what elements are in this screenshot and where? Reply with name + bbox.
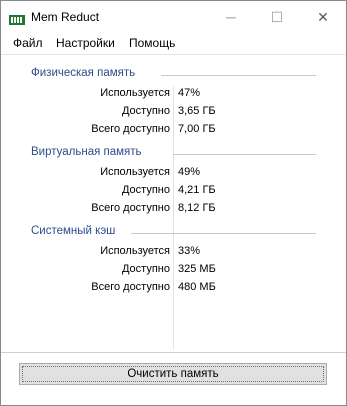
info-row[interactable]: Всего доступно 8,12 ГБ — [1, 202, 346, 220]
row-value: 47% — [178, 87, 201, 99]
footer-divider — [1, 352, 346, 353]
clean-memory-label: Очистить память — [127, 368, 219, 380]
section-divider — [161, 75, 316, 76]
mem-reduct-app-icon — [9, 12, 25, 25]
info-row[interactable]: Доступно 325 МБ — [1, 263, 346, 281]
menu-settings[interactable]: Настройки — [56, 36, 115, 50]
row-value: 325 МБ — [178, 263, 216, 275]
row-label: Используется — [100, 245, 170, 257]
row-value: 8,12 ГБ — [178, 202, 216, 214]
info-row[interactable]: Всего доступно 7,00 ГБ — [1, 123, 346, 141]
clean-memory-button[interactable]: Очистить память — [19, 363, 327, 385]
row-label: Используется — [100, 87, 170, 99]
section-title: Системный кэш — [31, 225, 120, 237]
row-value: 33% — [178, 245, 201, 257]
minimize-button[interactable]: ─ — [208, 1, 254, 33]
maximize-button[interactable]: ☐ — [254, 1, 300, 33]
menu-bar: Файл Настройки Помощь — [1, 33, 346, 53]
close-button[interactable]: ✕ — [300, 1, 346, 33]
row-value: 480 МБ — [178, 281, 216, 293]
row-value: 4,21 ГБ — [178, 184, 216, 196]
section-title: Физическая память — [31, 67, 140, 79]
section-divider — [131, 233, 316, 234]
section-physical-memory: Физическая память — [1, 67, 346, 83]
close-icon: ✕ — [317, 8, 329, 25]
minimize-icon: ─ — [226, 9, 236, 25]
title-bar[interactable]: Mem Reduct ─ ☐ ✕ — [1, 1, 346, 33]
row-label: Всего доступно — [91, 123, 170, 135]
section-system-cache: Системный кэш — [1, 225, 346, 241]
info-row[interactable]: Доступно 4,21 ГБ — [1, 184, 346, 202]
section-divider — [173, 154, 316, 155]
row-value: 49% — [178, 166, 201, 178]
section-virtual-memory: Виртуальная память — [1, 146, 346, 162]
row-value: 7,00 ГБ — [178, 123, 216, 135]
row-label: Доступно — [121, 105, 170, 117]
info-row[interactable]: Используется 33% — [1, 245, 346, 263]
row-label: Доступно — [121, 184, 170, 196]
info-row[interactable]: Используется 49% — [1, 166, 346, 184]
section-title: Виртуальная память — [31, 146, 146, 158]
row-label: Всего доступно — [91, 281, 170, 293]
info-row[interactable]: Используется 47% — [1, 87, 346, 105]
info-row[interactable]: Доступно 3,65 ГБ — [1, 105, 346, 123]
maximize-icon: ☐ — [270, 8, 284, 25]
app-window: Mem Reduct ─ ☐ ✕ Файл Настройки Помощь Ф… — [0, 0, 347, 406]
menu-help[interactable]: Помощь — [129, 36, 175, 50]
row-label: Доступно — [121, 263, 170, 275]
menu-file[interactable]: Файл — [13, 36, 43, 50]
row-label: Используется — [100, 166, 170, 178]
row-value: 3,65 ГБ — [178, 105, 216, 117]
info-row[interactable]: Всего доступно 480 МБ — [1, 281, 346, 299]
row-label: Всего доступно — [91, 202, 170, 214]
window-title: Mem Reduct — [31, 10, 100, 24]
